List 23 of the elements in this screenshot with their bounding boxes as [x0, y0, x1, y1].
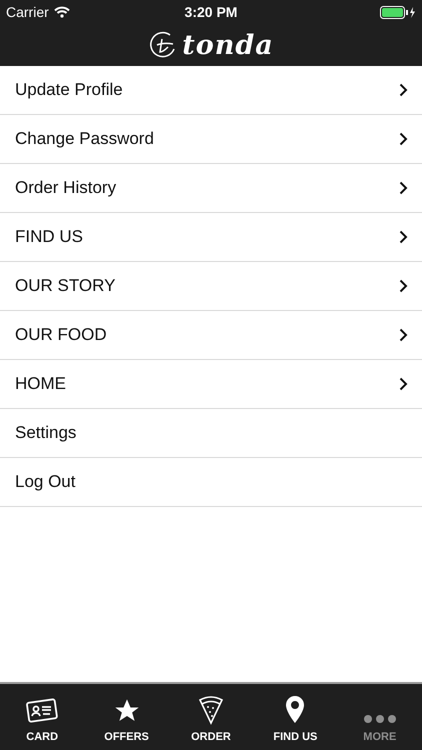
menu-item[interactable]: Settings	[0, 409, 422, 458]
menu-item[interactable]: Update Profile	[0, 66, 422, 115]
status-time: 3:20 PM	[184, 4, 238, 20]
menu-item[interactable]: Log Out	[0, 458, 422, 507]
menu-item[interactable]: Change Password	[0, 115, 422, 164]
battery-icon	[380, 6, 416, 18]
menu-item[interactable]: FIND US	[0, 213, 422, 262]
tab-bar-item[interactable]: OFFERS	[84, 684, 169, 750]
id-card-icon	[25, 697, 60, 725]
more-icon	[362, 713, 398, 725]
tab-bar-item[interactable]: MORE	[338, 684, 422, 750]
pizza-slice-icon	[198, 695, 224, 725]
wifi-icon	[54, 6, 70, 18]
tab-bar-item[interactable]: FIND US	[253, 684, 338, 750]
tab-bar-item[interactable]: CARD	[0, 684, 84, 750]
tab-bar-item[interactable]: ORDER	[168, 684, 254, 750]
menu-item[interactable]: OUR FOOD	[0, 311, 422, 360]
menu-item[interactable]: OUR STORY	[0, 262, 422, 311]
map-pin-icon	[284, 695, 306, 725]
brand-logo: tonda	[182, 32, 274, 58]
menu-item[interactable]: Order History	[0, 164, 422, 213]
menu-item[interactable]: HOME	[0, 360, 422, 409]
carrier-name: Carrier	[6, 4, 49, 20]
